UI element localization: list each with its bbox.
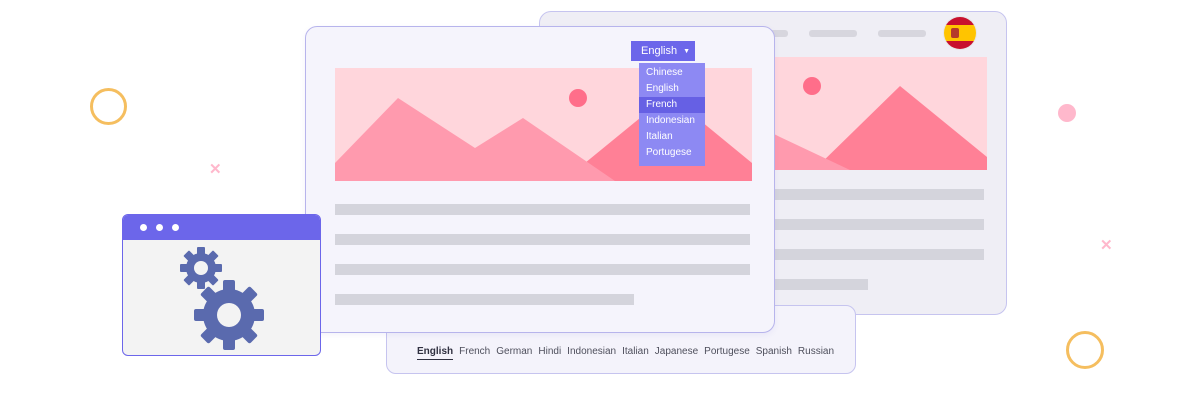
text-placeholder <box>335 264 750 275</box>
language-menu-item[interactable]: English <box>639 81 705 97</box>
spain-flag-icon[interactable] <box>944 17 976 49</box>
text-placeholder <box>335 294 634 305</box>
decorative-cross-icon: ✕ <box>209 161 222 178</box>
language-select-value: English <box>641 45 678 57</box>
text-placeholder <box>335 204 750 215</box>
decorative-ring <box>90 88 127 125</box>
language-menu-item[interactable]: Portugese <box>639 145 705 161</box>
gear-icon <box>180 247 264 350</box>
nav-placeholder <box>878 30 926 37</box>
language-option[interactable]: French <box>459 346 490 360</box>
language-option[interactable]: Hindi <box>538 346 561 360</box>
language-option[interactable]: Japanese <box>655 346 698 360</box>
caret-down-icon: ▼ <box>683 48 691 55</box>
language-option-active[interactable]: English <box>417 346 454 360</box>
nav-placeholder <box>809 30 857 37</box>
language-menu-item[interactable]: Indonesian <box>639 113 705 129</box>
language-menu-item[interactable]: Italian <box>639 129 705 145</box>
decorative-cross-icon: ✕ <box>1100 237 1113 254</box>
text-placeholder <box>335 234 750 245</box>
settings-window <box>122 214 321 356</box>
language-dropdown-menu: Chinese English French Indonesian Italia… <box>639 63 705 166</box>
language-option[interactable]: Portugese <box>704 346 750 360</box>
language-option[interactable]: Indonesian <box>567 346 616 360</box>
language-menu-item-highlighted[interactable]: French <box>639 97 705 113</box>
decorative-dot <box>1058 104 1076 122</box>
text-placeholder <box>765 219 984 230</box>
text-placeholder <box>765 279 868 290</box>
language-bar: English French German Hindi Indonesian I… <box>417 346 834 360</box>
language-option[interactable]: German <box>496 346 532 360</box>
text-placeholder <box>765 189 984 200</box>
language-select[interactable]: English ▼ <box>631 41 695 61</box>
language-option[interactable]: Spanish <box>756 346 792 360</box>
language-menu-item[interactable]: Chinese <box>639 65 705 81</box>
language-option[interactable]: Italian <box>622 346 649 360</box>
hero-image-back <box>740 57 987 170</box>
decorative-ring <box>1066 331 1104 369</box>
language-option[interactable]: Russian <box>798 346 834 360</box>
text-placeholder <box>765 249 984 260</box>
